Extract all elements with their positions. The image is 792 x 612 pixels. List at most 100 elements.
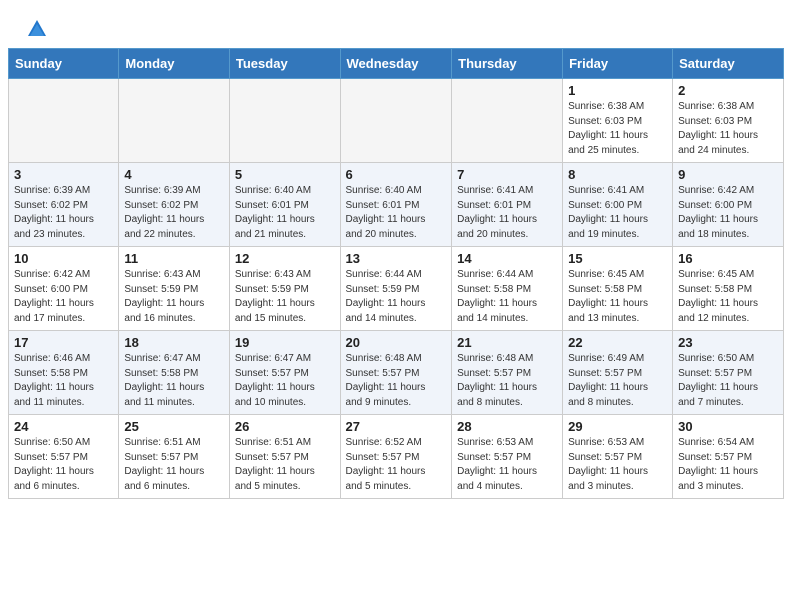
day-number: 28 [457, 419, 557, 434]
day-number: 15 [568, 251, 667, 266]
day-info: Sunrise: 6:42 AM Sunset: 6:00 PM Dayligh… [14, 268, 113, 326]
day-info: Sunrise: 6:49 AM Sunset: 5:57 PM Dayligh… [568, 352, 667, 410]
day-number: 5 [235, 167, 335, 182]
day-info: Sunrise: 6:53 AM Sunset: 5:57 PM Dayligh… [568, 436, 667, 494]
page-header [0, 0, 792, 48]
calendar-day-cell: 25 Sunrise: 6:51 AM Sunset: 5:57 PM Dayli… [119, 415, 230, 499]
day-number: 22 [568, 335, 667, 350]
calendar-day-cell: 15 Sunrise: 6:45 AM Sunset: 5:58 PM Dayli… [563, 247, 673, 331]
day-info: Sunrise: 6:48 AM Sunset: 5:57 PM Dayligh… [346, 352, 447, 410]
day-number: 4 [124, 167, 224, 182]
day-number: 8 [568, 167, 667, 182]
calendar-day-cell: 8 Sunrise: 6:41 AM Sunset: 6:00 PM Daylig… [563, 163, 673, 247]
calendar-day-cell: 17 Sunrise: 6:46 AM Sunset: 5:58 PM Dayli… [9, 331, 119, 415]
day-info: Sunrise: 6:48 AM Sunset: 5:57 PM Dayligh… [457, 352, 557, 410]
day-info: Sunrise: 6:51 AM Sunset: 5:57 PM Dayligh… [235, 436, 335, 494]
calendar-day-cell: 23 Sunrise: 6:50 AM Sunset: 5:57 PM Dayli… [673, 331, 784, 415]
day-info: Sunrise: 6:38 AM Sunset: 6:03 PM Dayligh… [678, 100, 778, 158]
day-number: 14 [457, 251, 557, 266]
day-number: 17 [14, 335, 113, 350]
weekday-header-tuesday: Tuesday [229, 49, 340, 79]
calendar-day-cell: 30 Sunrise: 6:54 AM Sunset: 5:57 PM Dayli… [673, 415, 784, 499]
calendar-day-cell [452, 79, 563, 163]
weekday-header-thursday: Thursday [452, 49, 563, 79]
day-info: Sunrise: 6:40 AM Sunset: 6:01 PM Dayligh… [235, 184, 335, 242]
day-info: Sunrise: 6:44 AM Sunset: 5:58 PM Dayligh… [457, 268, 557, 326]
calendar-wrapper: SundayMondayTuesdayWednesdayThursdayFrid… [0, 48, 792, 507]
weekday-header-wednesday: Wednesday [340, 49, 452, 79]
logo-icon [26, 18, 48, 40]
day-info: Sunrise: 6:50 AM Sunset: 5:57 PM Dayligh… [678, 352, 778, 410]
day-info: Sunrise: 6:46 AM Sunset: 5:58 PM Dayligh… [14, 352, 113, 410]
calendar-week-row: 10 Sunrise: 6:42 AM Sunset: 6:00 PM Dayli… [9, 247, 784, 331]
calendar-week-row: 24 Sunrise: 6:50 AM Sunset: 5:57 PM Dayli… [9, 415, 784, 499]
day-number: 20 [346, 335, 447, 350]
day-number: 9 [678, 167, 778, 182]
calendar-day-cell [9, 79, 119, 163]
calendar-day-cell [340, 79, 452, 163]
calendar-table: SundayMondayTuesdayWednesdayThursdayFrid… [8, 48, 784, 499]
day-number: 29 [568, 419, 667, 434]
calendar-day-cell: 20 Sunrise: 6:48 AM Sunset: 5:57 PM Dayli… [340, 331, 452, 415]
day-number: 2 [678, 83, 778, 98]
day-number: 13 [346, 251, 447, 266]
calendar-week-row: 1 Sunrise: 6:38 AM Sunset: 6:03 PM Daylig… [9, 79, 784, 163]
day-number: 27 [346, 419, 447, 434]
day-info: Sunrise: 6:45 AM Sunset: 5:58 PM Dayligh… [568, 268, 667, 326]
day-number: 30 [678, 419, 778, 434]
calendar-day-cell: 22 Sunrise: 6:49 AM Sunset: 5:57 PM Dayli… [563, 331, 673, 415]
calendar-day-cell: 9Sunrise: 6:42 AM Sunset: 6:00 PM Daylig… [673, 163, 784, 247]
day-info: Sunrise: 6:47 AM Sunset: 5:58 PM Dayligh… [124, 352, 224, 410]
calendar-day-cell: 6 Sunrise: 6:40 AM Sunset: 6:01 PM Daylig… [340, 163, 452, 247]
calendar-day-cell: 16 Sunrise: 6:45 AM Sunset: 5:58 PM Dayli… [673, 247, 784, 331]
calendar-day-cell: 10 Sunrise: 6:42 AM Sunset: 6:00 PM Dayli… [9, 247, 119, 331]
day-number: 18 [124, 335, 224, 350]
calendar-week-row: 17 Sunrise: 6:46 AM Sunset: 5:58 PM Dayli… [9, 331, 784, 415]
day-info: Sunrise: 6:52 AM Sunset: 5:57 PM Dayligh… [346, 436, 447, 494]
day-number: 23 [678, 335, 778, 350]
day-number: 12 [235, 251, 335, 266]
day-number: 26 [235, 419, 335, 434]
calendar-day-cell: 14 Sunrise: 6:44 AM Sunset: 5:58 PM Dayli… [452, 247, 563, 331]
day-number: 6 [346, 167, 447, 182]
day-info: Sunrise: 6:44 AM Sunset: 5:59 PM Dayligh… [346, 268, 447, 326]
day-info: Sunrise: 6:43 AM Sunset: 5:59 PM Dayligh… [235, 268, 335, 326]
calendar-day-cell: 2 Sunrise: 6:38 AM Sunset: 6:03 PM Daylig… [673, 79, 784, 163]
day-info: Sunrise: 6:54 AM Sunset: 5:57 PM Dayligh… [678, 436, 778, 494]
day-info: Sunrise: 6:39 AM Sunset: 6:02 PM Dayligh… [14, 184, 113, 242]
day-number: 16 [678, 251, 778, 266]
day-info: Sunrise: 6:50 AM Sunset: 5:57 PM Dayligh… [14, 436, 113, 494]
calendar-day-cell: 27 Sunrise: 6:52 AM Sunset: 5:57 PM Dayli… [340, 415, 452, 499]
calendar-day-cell [229, 79, 340, 163]
day-info: Sunrise: 6:53 AM Sunset: 5:57 PM Dayligh… [457, 436, 557, 494]
day-number: 21 [457, 335, 557, 350]
calendar-day-cell: 28 Sunrise: 6:53 AM Sunset: 5:57 PM Dayli… [452, 415, 563, 499]
day-number: 24 [14, 419, 113, 434]
calendar-day-cell: 19Sunrise: 6:47 AM Sunset: 5:57 PM Dayli… [229, 331, 340, 415]
day-info: Sunrise: 6:41 AM Sunset: 6:00 PM Dayligh… [568, 184, 667, 242]
logo [24, 18, 48, 40]
calendar-day-cell: 24 Sunrise: 6:50 AM Sunset: 5:57 PM Dayli… [9, 415, 119, 499]
weekday-header-friday: Friday [563, 49, 673, 79]
calendar-day-cell: 4 Sunrise: 6:39 AM Sunset: 6:02 PM Daylig… [119, 163, 230, 247]
calendar-day-cell: 7 Sunrise: 6:41 AM Sunset: 6:01 PM Daylig… [452, 163, 563, 247]
calendar-day-cell: 1 Sunrise: 6:38 AM Sunset: 6:03 PM Daylig… [563, 79, 673, 163]
weekday-header-sunday: Sunday [9, 49, 119, 79]
day-number: 7 [457, 167, 557, 182]
weekday-header-monday: Monday [119, 49, 230, 79]
day-info: Sunrise: 6:39 AM Sunset: 6:02 PM Dayligh… [124, 184, 224, 242]
day-info: Sunrise: 6:43 AM Sunset: 5:59 PM Dayligh… [124, 268, 224, 326]
day-info: Sunrise: 6:47 AM Sunset: 5:57 PM Dayligh… [235, 352, 335, 410]
day-number: 25 [124, 419, 224, 434]
day-info: Sunrise: 6:41 AM Sunset: 6:01 PM Dayligh… [457, 184, 557, 242]
day-info: Sunrise: 6:45 AM Sunset: 5:58 PM Dayligh… [678, 268, 778, 326]
day-number: 1 [568, 83, 667, 98]
weekday-header-saturday: Saturday [673, 49, 784, 79]
day-info: Sunrise: 6:51 AM Sunset: 5:57 PM Dayligh… [124, 436, 224, 494]
day-number: 10 [14, 251, 113, 266]
day-info: Sunrise: 6:38 AM Sunset: 6:03 PM Dayligh… [568, 100, 667, 158]
day-number: 3 [14, 167, 113, 182]
calendar-day-cell: 18 Sunrise: 6:47 AM Sunset: 5:58 PM Dayli… [119, 331, 230, 415]
day-info: Sunrise: 6:40 AM Sunset: 6:01 PM Dayligh… [346, 184, 447, 242]
calendar-day-cell: 12 Sunrise: 6:43 AM Sunset: 5:59 PM Dayli… [229, 247, 340, 331]
